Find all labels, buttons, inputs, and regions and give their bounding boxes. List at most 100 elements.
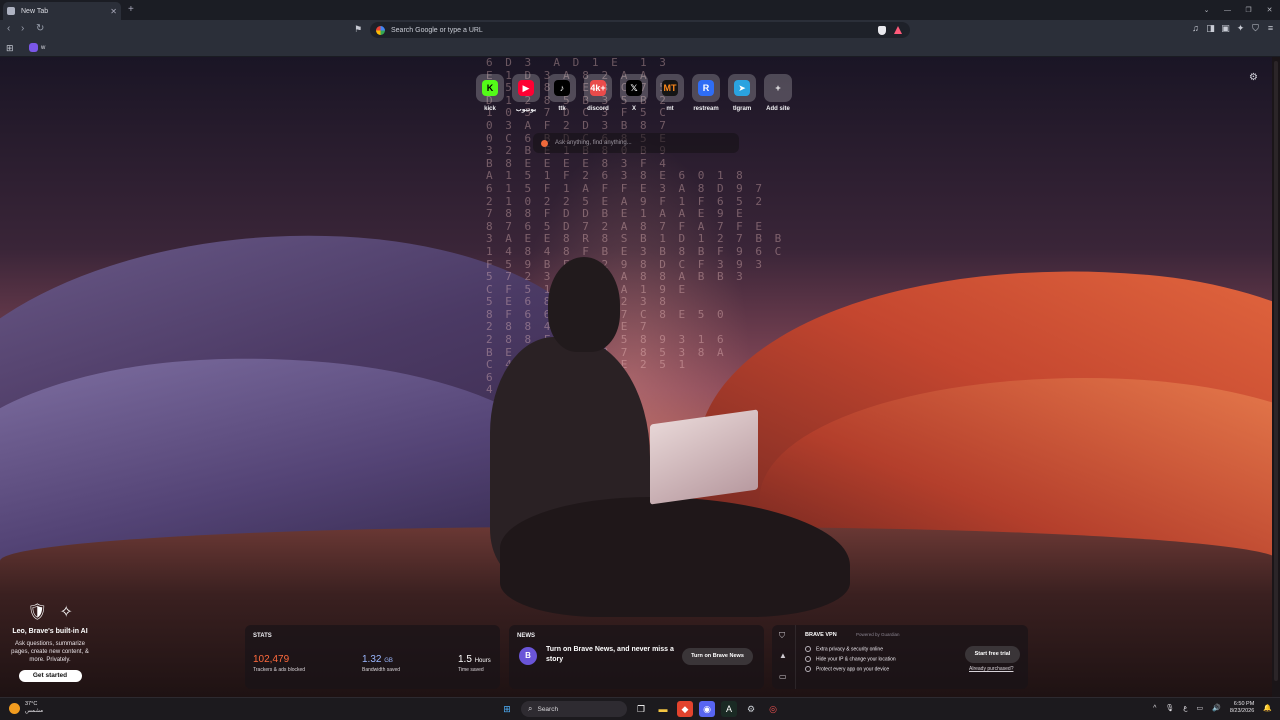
top-site-icon: ♪ — [554, 80, 570, 96]
top-site-icon: ▶ — [518, 80, 534, 96]
discord-icon[interactable]: ◉ — [699, 701, 715, 717]
windows-start-icon[interactable]: ⊞ — [499, 701, 515, 717]
rewards-widget-tab-icon[interactable]: ▲ — [779, 651, 787, 660]
top-site-tile[interactable]: + Add site — [764, 74, 792, 113]
top-site-tile-background[interactable]: 𝕏 — [620, 74, 648, 102]
top-site-tile-background[interactable]: K — [476, 74, 504, 102]
vpn-powered-by: Powered by Guardian — [856, 632, 900, 637]
leo-ask-input[interactable]: Ask anything, find anything... — [533, 133, 739, 153]
tab-search-chevron-icon[interactable]: ⌄ — [1196, 6, 1217, 14]
microphone-icon[interactable]: 🎙 — [1165, 704, 1174, 712]
top-site-tile[interactable]: 4k+ discord — [584, 74, 612, 113]
settings-gear-icon[interactable]: ⚙ — [743, 701, 759, 717]
turn-on-news-button[interactable]: Turn on Brave News — [682, 648, 753, 665]
wallet-icon[interactable]: ▣ — [1220, 23, 1231, 34]
top-site-tile-background[interactable]: + — [764, 74, 792, 102]
top-site-tile[interactable]: Rrestream — [692, 74, 720, 113]
top-site-tile-background[interactable]: R — [692, 74, 720, 102]
page-scrollbar[interactable] — [1272, 57, 1280, 697]
taskbar-apps: ⊞ ⌕ Search ❐ ▬ ◆ ◉ A ⚙ ◎ — [499, 701, 781, 717]
windows-taskbar: 37°C مشمس ⊞ ⌕ Search ❐ ▬ ◆ ◉ A ⚙ ◎ ^ 🎙 ع… — [0, 697, 1280, 720]
top-site-icon: + — [775, 83, 781, 93]
bookmark-label: w — [41, 44, 46, 51]
top-site-tile[interactable]: ▶ يوتيوب — [512, 74, 540, 113]
notifications-bell-icon[interactable]: 🔔 — [1263, 704, 1272, 712]
top-site-icon: MT — [662, 80, 678, 96]
top-site-tile[interactable]: ♪ ttk — [548, 74, 576, 113]
task-view-icon[interactable]: ❐ — [633, 701, 649, 717]
sidebar-icon[interactable]: ◨ — [1205, 23, 1216, 34]
file-explorer-icon[interactable]: ▬ — [655, 701, 671, 717]
top-site-icon: ➤ — [734, 80, 750, 96]
app-icon[interactable]: ◎ — [765, 701, 781, 717]
terminal-app-icon[interactable]: A — [721, 701, 737, 717]
vpn-start-trial-button[interactable]: Start free trial — [965, 646, 1020, 663]
tray-chevron-up-icon[interactable]: ^ — [1153, 705, 1156, 712]
taskbar-search[interactable]: ⌕ Search — [521, 701, 627, 717]
stats-widget: STATS 102,479 Trackers & ads blocked 1.3… — [245, 625, 500, 689]
top-site-label: يوتيوب — [515, 107, 537, 113]
scrollbar-thumb[interactable] — [1274, 61, 1278, 681]
brave-tab-favicon-icon — [7, 7, 15, 15]
news-text: Turn on Brave News, and never miss a sto… — [546, 646, 674, 663]
top-site-tile[interactable]: ➤ tlgram — [728, 74, 756, 113]
close-tab-icon[interactable]: ✕ — [110, 7, 117, 16]
clock-time: 6:50 PM — [1233, 701, 1255, 707]
vpn-widget: ⛉ ▲ ▭ BRAVE VPN Powered by Guardian Extr… — [772, 625, 1028, 689]
input-language[interactable]: ع — [1183, 704, 1187, 712]
brave-rewards-icon[interactable] — [894, 26, 902, 34]
stat-time: 1.5 Hours Time saved — [458, 654, 491, 673]
top-site-label: X — [631, 106, 636, 112]
leo-get-started-button[interactable]: Get started — [18, 670, 82, 682]
network-icon[interactable]: ▭ — [1196, 704, 1203, 712]
minimize-icon[interactable]: — — [1217, 7, 1238, 14]
top-site-tile-background[interactable]: ♪ — [548, 74, 576, 102]
tab-new-tab[interactable]: New Tab ✕ — [3, 2, 121, 20]
vpn-already-purchased-link[interactable]: Already purchased? — [969, 666, 1013, 672]
leo-description: Ask questions, summarize pages, create n… — [11, 641, 89, 663]
new-tab-button[interactable]: + — [128, 4, 134, 15]
brave-browser-icon[interactable]: ◆ — [677, 701, 693, 717]
top-site-tile-background[interactable]: 4k+ — [584, 74, 612, 102]
top-site-tile-background[interactable]: ▶ — [512, 74, 540, 102]
top-site-tile-background[interactable]: ➤ — [728, 74, 756, 102]
customize-settings-gear-icon[interactable]: ⚙ — [1249, 72, 1258, 83]
brave-shields-icon[interactable] — [878, 25, 886, 35]
top-site-tile[interactable]: MT mt — [656, 74, 684, 113]
leo-title: Leo, Brave's built-in AI — [12, 628, 88, 635]
weather-temperature: 37°C — [25, 701, 38, 707]
top-site-tile-background[interactable]: MT — [656, 74, 684, 102]
tab-title: New Tab — [21, 7, 49, 15]
address-bar[interactable]: Search Google or type a URL — [370, 22, 910, 38]
vpn-widget-tab-icon[interactable]: ⛉ — [779, 631, 785, 641]
bandwidth-value: 1.32 — [362, 654, 382, 665]
search-icon: ⌕ — [528, 704, 533, 713]
talk-widget-tab-icon[interactable]: ▭ — [779, 672, 787, 681]
volume-icon[interactable]: 🔊 — [1212, 704, 1221, 712]
top-site-label: tlgram — [732, 106, 752, 112]
bookmark-item[interactable]: w — [29, 43, 45, 52]
trackers-value: 102,479 — [253, 654, 290, 665]
bookmarks-bar: ⊞ w — [0, 40, 1280, 57]
menu-icon[interactable]: ≡ — [1265, 23, 1276, 34]
back-arrow-icon[interactable]: ‹ — [7, 23, 10, 34]
news-widget: NEWS B Turn on Brave News, and never mis… — [509, 625, 764, 689]
bookmark-icon[interactable]: ⚑ — [354, 24, 362, 35]
top-site-tile[interactable]: Kkick — [476, 74, 504, 113]
address-bar-placeholder: Search Google or type a URL — [391, 26, 483, 34]
weather-widget[interactable]: 37°C مشمس — [9, 701, 43, 715]
media-icon[interactable]: ♫ — [1190, 23, 1201, 34]
top-site-tile[interactable]: 𝕏X — [620, 74, 648, 113]
top-site-label: kick — [484, 106, 496, 112]
restore-icon[interactable]: ❐ — [1238, 6, 1259, 14]
apps-grid-icon[interactable]: ⊞ — [6, 43, 14, 54]
reload-icon[interactable]: ↻ — [36, 23, 44, 34]
vpn-icon[interactable]: ⛉ — [1250, 23, 1261, 34]
taskbar-clock[interactable]: 6:50 PM 8/23/2026 — [1230, 701, 1254, 715]
close-window-icon[interactable]: ✕ — [1259, 6, 1280, 14]
time-value: 1.5 — [458, 654, 472, 665]
brave-news-icon: B — [519, 647, 537, 665]
top-site-icon: 𝕏 — [626, 80, 642, 96]
forward-arrow-icon[interactable]: › — [21, 23, 24, 34]
extensions-icon[interactable]: ✦ — [1235, 23, 1246, 34]
